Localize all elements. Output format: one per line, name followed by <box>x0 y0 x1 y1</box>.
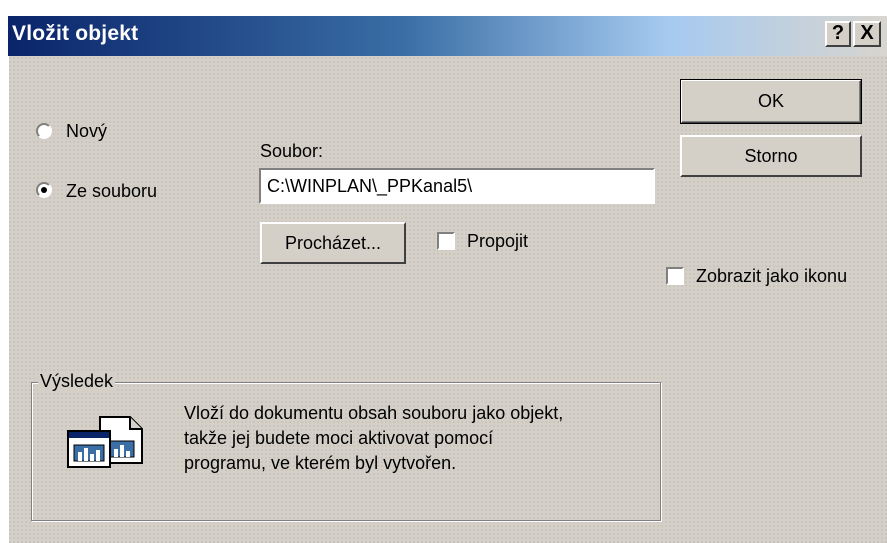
result-line: programu, ve kterém byl vytvořen. <box>184 453 457 473</box>
result-line: takže jej budete moci aktivovat pomocí <box>184 428 494 448</box>
radio-new[interactable] <box>36 123 52 139</box>
display-as-icon-checkbox[interactable] <box>666 267 684 285</box>
browse-button[interactable]: Procházet... <box>260 222 406 264</box>
close-icon: X <box>860 22 874 44</box>
ok-button-label: OK <box>757 91 784 111</box>
radio-from-file[interactable] <box>36 182 52 198</box>
ok-button[interactable]: OK <box>680 79 862 124</box>
help-button[interactable]: ? <box>825 21 851 47</box>
window-title: Vložit objekt <box>12 22 139 45</box>
link-checkbox-label[interactable]: Propojit <box>467 231 528 252</box>
radio-from-file-label[interactable]: Ze souboru <box>66 181 157 202</box>
help-icon: ? <box>831 22 845 44</box>
file-label: Soubor: <box>260 141 324 161</box>
insert-object-dialog: Vložit objekt ? X Nový Ze souboru Soubor… <box>8 16 887 543</box>
browse-button-label: Procházet... <box>284 232 382 253</box>
result-description: Vloží do dokumentu obsah souboru jako ob… <box>184 401 563 476</box>
radio-new-label[interactable]: Nový <box>66 121 107 142</box>
display-as-icon-label[interactable]: Zobrazit jako ikonu <box>696 266 847 287</box>
file-path-input[interactable] <box>259 168 655 204</box>
result-line: Vloží do dokumentu obsah souboru jako ob… <box>184 403 564 423</box>
link-checkbox[interactable] <box>437 232 455 250</box>
close-button[interactable]: X <box>853 21 881 47</box>
cancel-button-label: Storno <box>744 145 798 166</box>
result-legend: Výsledek <box>38 371 116 392</box>
title-bar[interactable]: Vložit objekt ? X <box>8 16 887 56</box>
radio-selected-dot <box>41 187 47 193</box>
embedded-file-icon <box>67 416 143 468</box>
cancel-button[interactable]: Storno <box>680 135 862 177</box>
